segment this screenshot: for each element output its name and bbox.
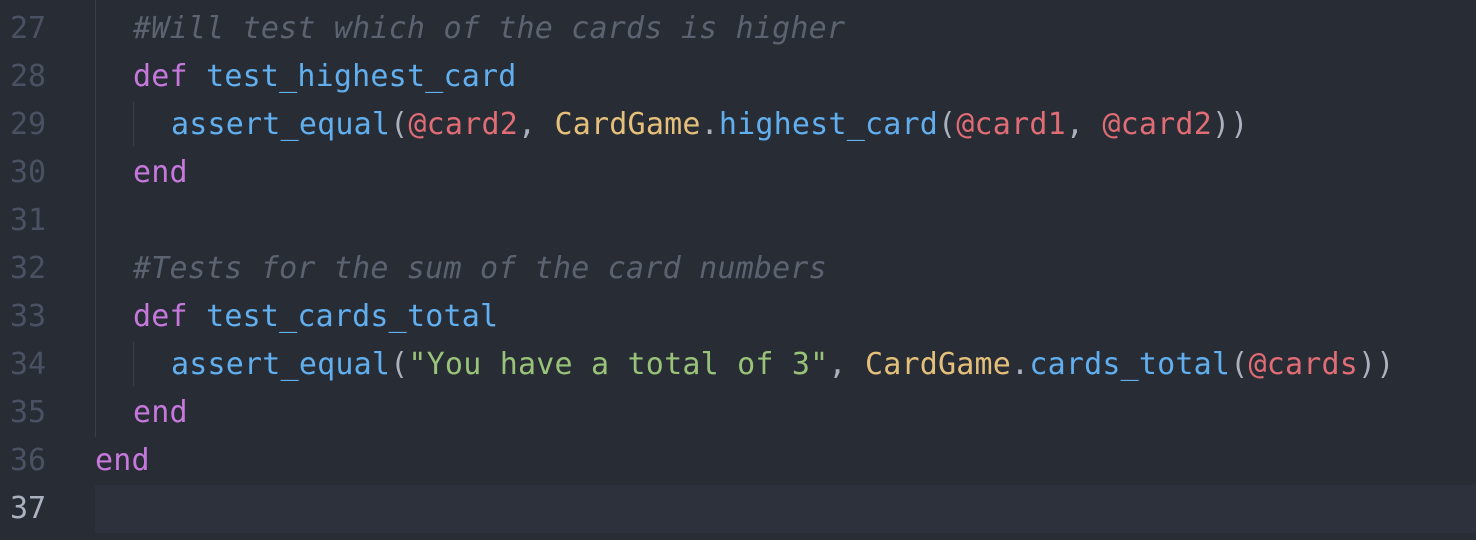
code-line[interactable]: 35 end xyxy=(0,389,1476,437)
line-number: 33 xyxy=(10,299,47,334)
code-line[interactable]: 31 xyxy=(0,197,1476,245)
comment: #Will test which of the cards is higher xyxy=(133,11,846,46)
keyword: end xyxy=(95,443,150,478)
keyword: end xyxy=(133,395,188,430)
line-number: 27 xyxy=(10,11,47,46)
function-call: assert_equal xyxy=(171,107,391,142)
cursor-line[interactable] xyxy=(95,485,1476,533)
function-name: test_highest_card xyxy=(206,59,517,94)
line-number: 30 xyxy=(10,155,47,190)
instance-variable: @cards xyxy=(1248,347,1359,382)
code-line[interactable]: 27 #Will test which of the cards is high… xyxy=(0,5,1476,53)
function-name: test_cards_total xyxy=(206,299,499,334)
method-call: highest_card xyxy=(718,107,939,142)
code-line[interactable]: 33 def test_cards_total xyxy=(0,293,1476,341)
method-call: cards_total xyxy=(1029,347,1231,382)
class-name: CardGame xyxy=(554,107,701,142)
line-number: 37 xyxy=(10,491,47,526)
function-call: assert_equal xyxy=(171,347,391,382)
instance-variable: @card1 xyxy=(956,107,1066,142)
code-line[interactable]: 28 def test_highest_card xyxy=(0,53,1476,101)
keyword: def xyxy=(133,59,188,94)
line-number: 35 xyxy=(10,395,47,430)
line-number: 29 xyxy=(10,107,47,142)
code-line[interactable]: 34 assert_equal("You have a total of 3",… xyxy=(0,341,1476,389)
code-line[interactable]: 36 end xyxy=(0,437,1476,485)
line-number: 36 xyxy=(10,443,47,478)
keyword: end xyxy=(133,155,188,190)
code-line[interactable]: 30 end xyxy=(0,149,1476,197)
code-line-active[interactable]: 37 xyxy=(0,485,1476,533)
line-number: 28 xyxy=(10,59,47,94)
line-number: 31 xyxy=(10,203,47,238)
code-editor[interactable]: 27 #Will test which of the cards is high… xyxy=(0,0,1476,540)
instance-variable: @card2 xyxy=(1102,107,1212,142)
instance-variable: @card2 xyxy=(408,107,518,142)
comment: #Tests for the sum of the card numbers xyxy=(133,251,827,286)
code-line[interactable]: 32 #Tests for the sum of the card number… xyxy=(0,245,1476,293)
class-name: CardGame xyxy=(864,347,1012,382)
string-literal: "You have a total of 3" xyxy=(408,347,829,382)
line-number: 32 xyxy=(10,251,47,286)
line-number: 34 xyxy=(10,347,47,382)
code-line[interactable]: 29 assert_equal(@card2, CardGame.highest… xyxy=(0,101,1476,149)
keyword: def xyxy=(133,299,188,334)
